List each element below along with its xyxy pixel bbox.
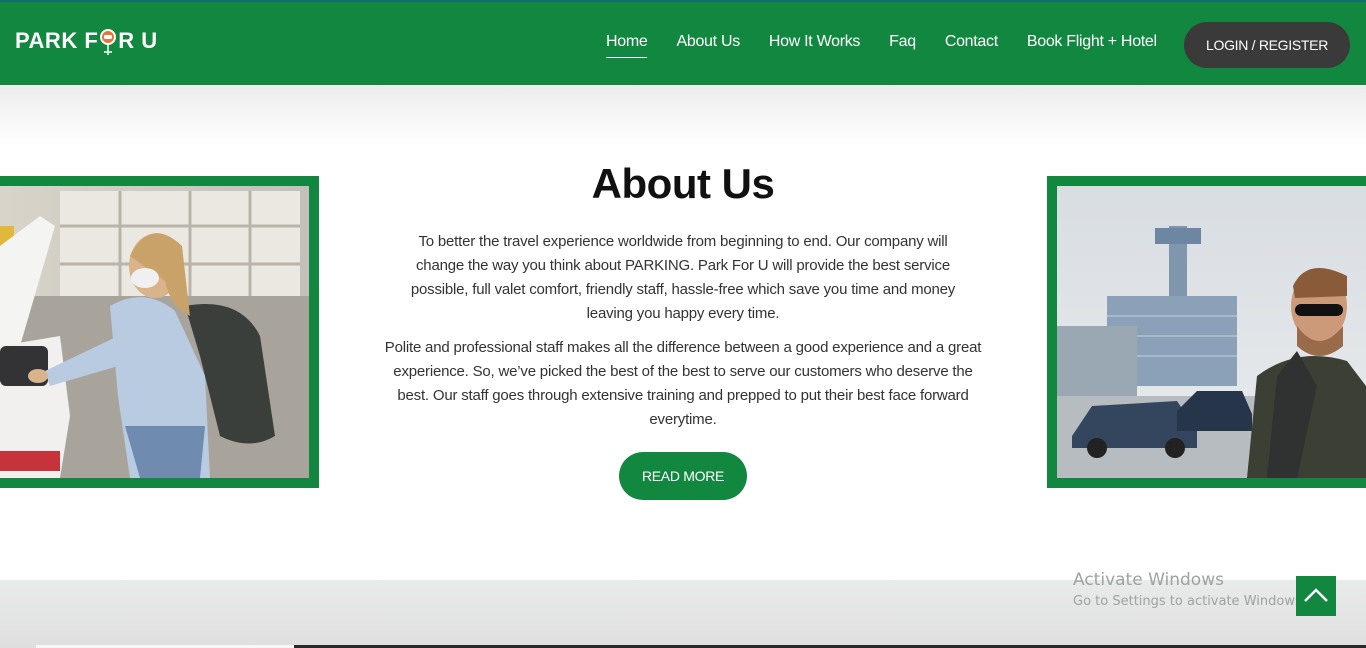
watermark-line-1: Activate Windows: [1073, 570, 1224, 590]
about-paragraph-2: Polite and professional staff makes all …: [384, 339, 982, 428]
chevron-up-icon: [1304, 588, 1328, 602]
nav-about-us[interactable]: About Us: [676, 33, 740, 58]
photo-man-at-airport: [1047, 176, 1366, 488]
nav-how-it-works[interactable]: How It Works: [769, 33, 861, 58]
nav-faq[interactable]: Faq: [889, 33, 916, 58]
header-shadow: [0, 85, 1366, 145]
about-title: About Us: [591, 160, 775, 207]
site-header: PARK F R U Home About Us How It Works Fa…: [0, 0, 1366, 85]
main-nav: Home About Us How It Works Faq Contact B…: [606, 33, 1186, 58]
logo-text-right: R U: [118, 28, 158, 53]
watermark-line-2: Go to Settings to activate Windows.: [1073, 594, 1306, 609]
nav-contact[interactable]: Contact: [945, 33, 998, 58]
nav-book-flight-hotel[interactable]: Book Flight + Hotel: [1027, 33, 1157, 58]
read-more-button[interactable]: READ MORE: [619, 452, 747, 500]
scroll-to-top-button[interactable]: [1296, 576, 1336, 616]
photo-woman-loading-car: [0, 176, 319, 488]
about-paragraph-1: To better the travel experience worldwid…: [410, 233, 956, 322]
car-pin-icon: [99, 28, 117, 58]
logo-text-left: PARK F: [15, 28, 99, 53]
nav-home[interactable]: Home: [606, 33, 648, 58]
windows-activation-watermark: Activate Windows Go to Settings to activ…: [1073, 570, 1306, 609]
logo[interactable]: PARK F R U: [15, 28, 158, 64]
login-register-button[interactable]: LOGIN / REGISTER: [1184, 22, 1350, 68]
